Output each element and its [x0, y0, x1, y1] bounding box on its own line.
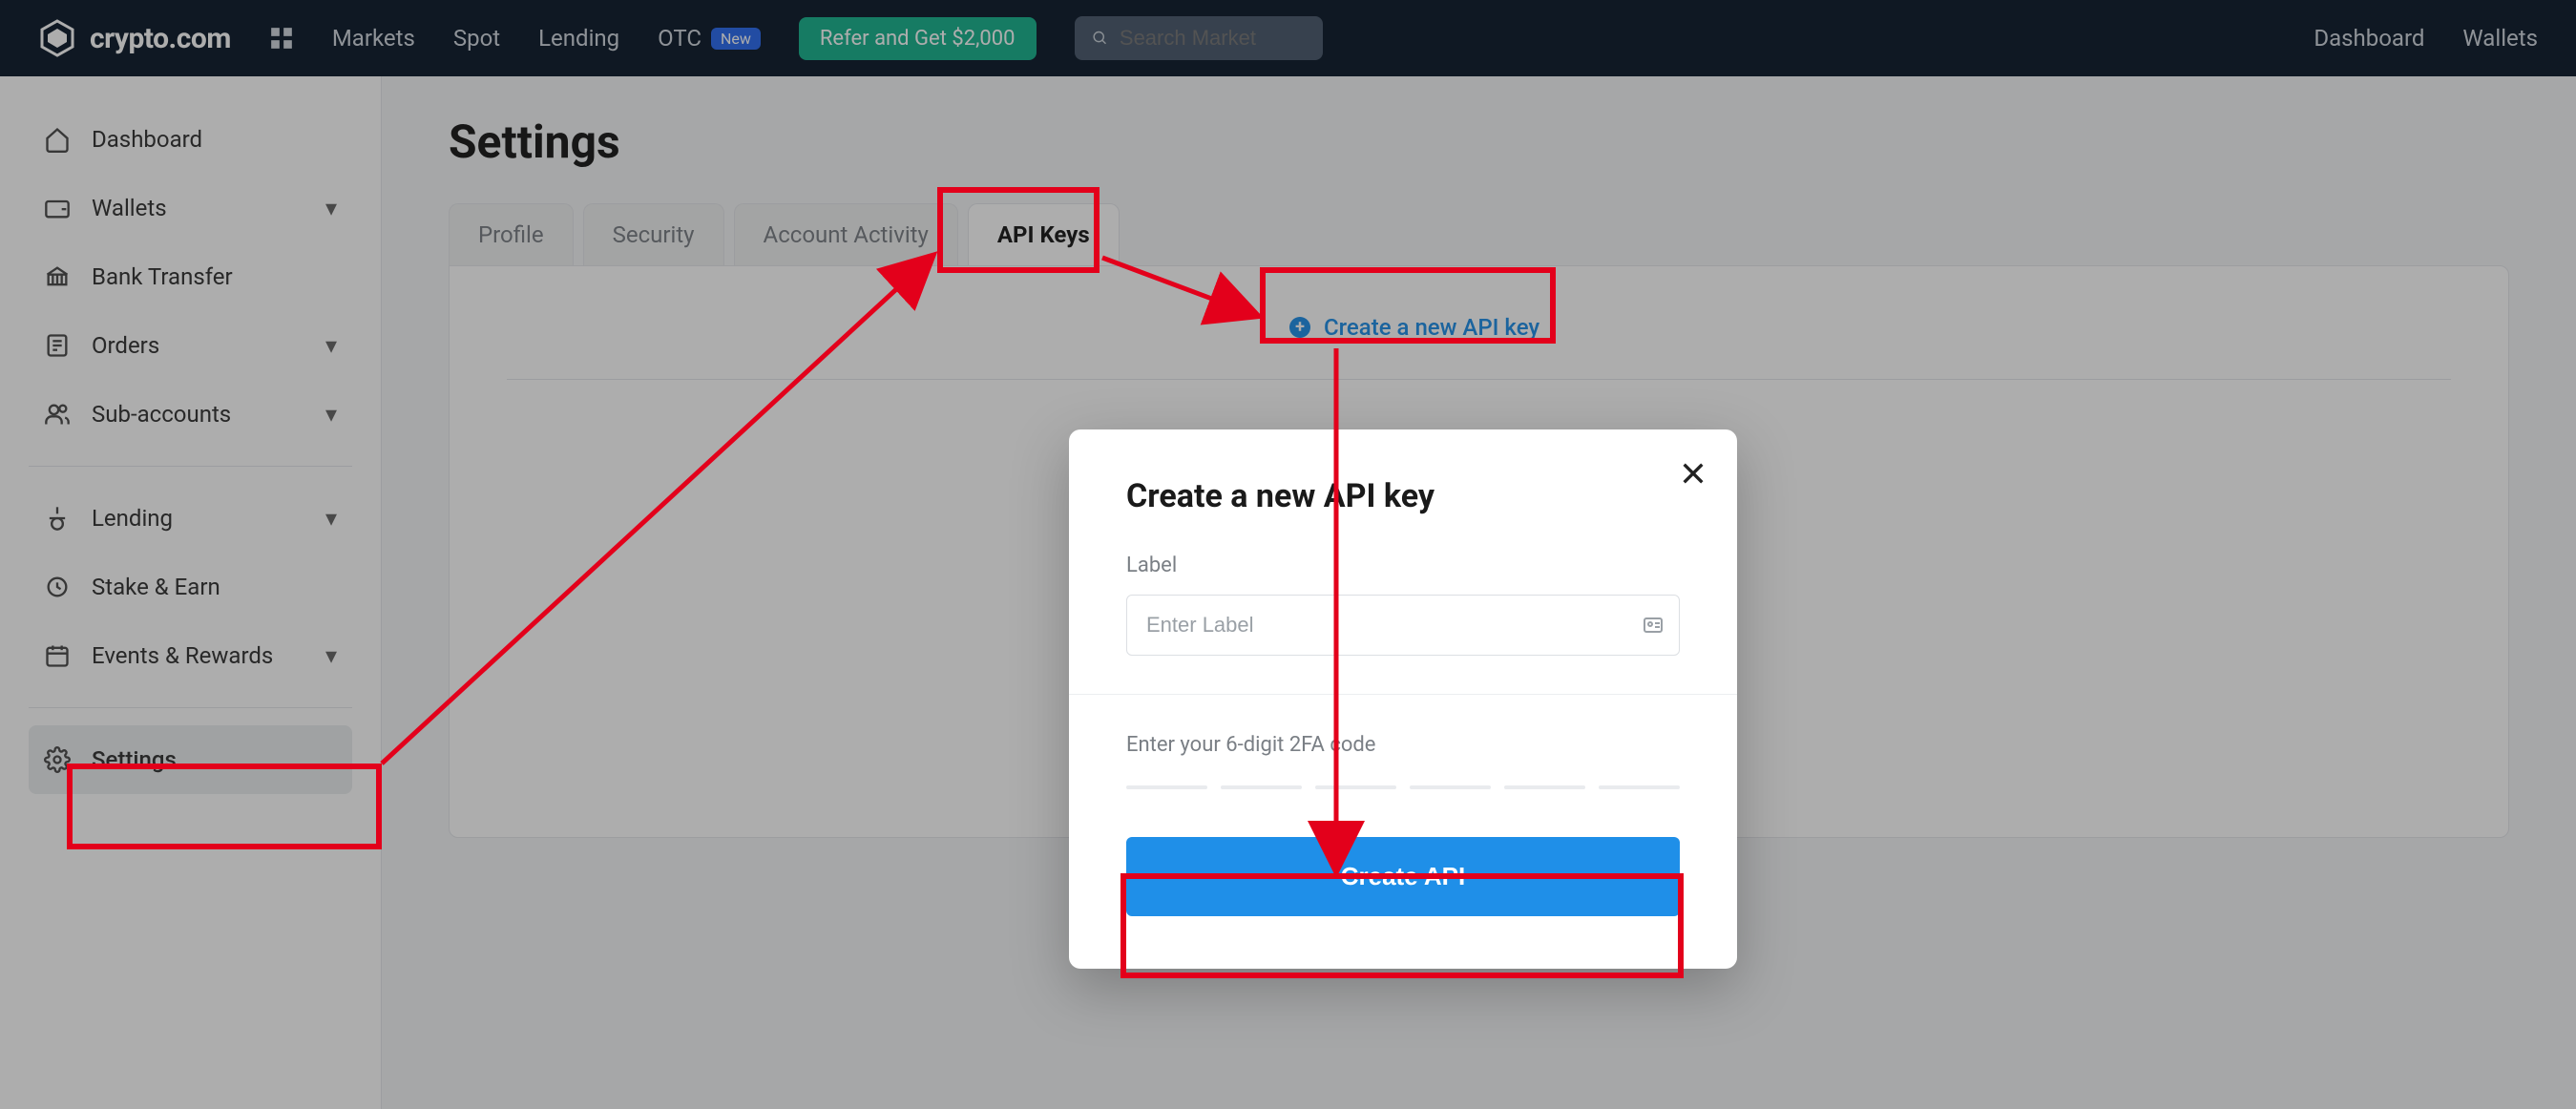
stake-icon [44, 574, 71, 600]
top-nav: crypto.com Markets Spot Lending OTC New … [0, 0, 2576, 76]
chevron-down-icon: ▾ [325, 401, 337, 428]
apps-grid-icon[interactable] [269, 26, 294, 51]
search-input[interactable] [1120, 26, 1306, 51]
plus-circle-icon: + [1289, 317, 1310, 338]
sidebar-item-label: Lending [92, 505, 173, 532]
create-api-key-modal: Create a new API key Label Enter your 6-… [1069, 429, 1737, 969]
tfa-digit[interactable] [1504, 785, 1585, 789]
orders-icon [44, 332, 71, 359]
sidebar-item-events-rewards[interactable]: Events & Rewards ▾ [29, 621, 352, 690]
tfa-digit[interactable] [1599, 785, 1680, 789]
divider [507, 379, 2451, 380]
sidebar-item-bank-transfer[interactable]: Bank Transfer [29, 242, 352, 311]
chevron-down-icon: ▾ [325, 195, 337, 221]
brand[interactable]: crypto.com [38, 19, 231, 57]
modal-title: Create a new API key [1126, 477, 1680, 515]
brand-text: crypto.com [90, 22, 231, 55]
nav-otc[interactable]: OTC New [658, 25, 761, 52]
sidebar-item-label: Sub-accounts [92, 401, 231, 428]
brand-logo-icon [38, 19, 76, 57]
sidebar-item-label: Orders [92, 332, 159, 359]
sidebar-item-sub-accounts[interactable]: Sub-accounts ▾ [29, 380, 352, 449]
users-icon [44, 401, 71, 428]
modal-divider [1069, 694, 1737, 695]
sidebar-item-label: Wallets [92, 195, 167, 221]
bank-icon [44, 263, 71, 290]
sidebar-item-label: Dashboard [92, 126, 202, 153]
sidebar-divider [29, 466, 352, 467]
calendar-icon [44, 642, 71, 669]
page-title: Settings [449, 115, 2509, 169]
tab-api-keys[interactable]: API Keys [968, 203, 1120, 265]
create-api-key-label: Create a new API key [1324, 314, 1539, 341]
refer-button[interactable]: Refer and Get $2,000 [799, 17, 1037, 60]
nav-dashboard-link[interactable]: Dashboard [2314, 25, 2424, 52]
close-icon[interactable] [1678, 458, 1708, 489]
tfa-prompt: Enter your 6-digit 2FA code [1126, 733, 1680, 757]
nav-markets[interactable]: Markets [332, 25, 415, 52]
nav-lending[interactable]: Lending [538, 25, 619, 52]
wallet-icon [44, 195, 71, 221]
tfa-digit[interactable] [1126, 785, 1207, 789]
gear-icon [44, 746, 71, 773]
chevron-down-icon: ▾ [325, 332, 337, 359]
create-api-key-link[interactable]: + Create a new API key [1289, 314, 2451, 341]
home-icon [44, 126, 71, 153]
tab-account-activity[interactable]: Account Activity [734, 203, 958, 265]
create-api-button[interactable]: Create API [1126, 837, 1680, 916]
search-icon [1092, 29, 1108, 48]
tab-bar: Profile Security Account Activity API Ke… [449, 203, 2509, 265]
tfa-code-input[interactable] [1126, 785, 1680, 789]
lending-icon [44, 505, 71, 532]
tfa-digit[interactable] [1410, 785, 1491, 789]
contact-card-icon [1642, 614, 1665, 637]
sidebar-item-label: Events & Rewards [92, 642, 273, 669]
sidebar-item-dashboard[interactable]: Dashboard [29, 105, 352, 174]
label-field-label: Label [1126, 554, 1680, 577]
sidebar: Dashboard Wallets ▾ Bank Transfer Orders… [0, 76, 382, 1109]
sidebar-divider [29, 707, 352, 708]
nav-wallets-link[interactable]: Wallets [2462, 25, 2538, 52]
sidebar-item-label: Settings [92, 746, 177, 773]
label-input[interactable] [1126, 595, 1680, 656]
sidebar-item-settings[interactable]: Settings [29, 725, 352, 794]
tfa-digit[interactable] [1221, 785, 1302, 789]
tab-security[interactable]: Security [583, 203, 724, 265]
sidebar-item-stake-earn[interactable]: Stake & Earn [29, 553, 352, 621]
nav-spot[interactable]: Spot [453, 25, 500, 52]
sidebar-item-wallets[interactable]: Wallets ▾ [29, 174, 352, 242]
tfa-digit[interactable] [1315, 785, 1396, 789]
new-badge: New [711, 28, 761, 50]
search-box[interactable] [1075, 16, 1323, 60]
tab-profile[interactable]: Profile [449, 203, 574, 265]
sidebar-item-label: Stake & Earn [92, 574, 220, 600]
sidebar-item-orders[interactable]: Orders ▾ [29, 311, 352, 380]
sidebar-item-label: Bank Transfer [92, 263, 233, 290]
chevron-down-icon: ▾ [325, 505, 337, 532]
sidebar-item-lending[interactable]: Lending ▾ [29, 484, 352, 553]
chevron-down-icon: ▾ [325, 642, 337, 669]
